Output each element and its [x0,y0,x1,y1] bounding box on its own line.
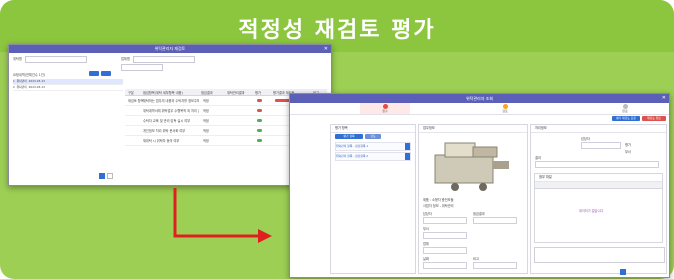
field-dept[interactable] [423,232,467,239]
panel-title: 첨부 파일 [535,174,662,182]
field-company[interactable] [423,247,467,254]
empty-state: 데이터가 없습니다 [579,209,604,213]
panel-title: 업무정보 [419,125,527,133]
request-review-button[interactable]: 평가 재검토 요청 [612,116,640,121]
sidebar-item[interactable]: 위탁관리 항목 - 점검항목 1 [335,142,411,151]
field-r-manager[interactable] [581,142,621,149]
field-result[interactable] [473,217,517,224]
field-note[interactable] [473,262,517,269]
review-comment-field[interactable] [534,247,665,263]
attachment-panel: 첨부 파일 데이터가 없습니다 [534,173,663,243]
progress-steps: 접수 검토 완료 [290,103,669,115]
product-subtitle: 사업자 정보 - 위탁관리 [423,204,454,208]
sidebar-item[interactable]: 위탁관리 항목 - 점검항목 2 [335,152,411,161]
tab-eval[interactable]: 평가 항목 [335,134,363,139]
step-item: 접수 [360,103,410,114]
window-title: 위탁관리자 조회 [465,96,494,101]
product-image [434,142,509,191]
field-manager[interactable] [423,217,467,224]
left-panel: 평가 항목 평가 항목 검토 위탁관리 항목 - 점검항목 1 위탁관리 항목 … [330,124,416,274]
step-item: 완료 [600,103,650,114]
step-item: 검토 [480,103,530,114]
field-date[interactable] [423,262,467,269]
review-complete-button[interactable]: 재검토 완료 [642,116,666,121]
review-window-detail: 위탁관리자 조회 ✕ 접수 검토 완료 평가 재검토 요청 재검토 완료 평가 … [289,93,670,278]
attachment-grid-header [535,182,662,189]
pager-page[interactable] [620,269,626,275]
tab-review[interactable]: 검토 [365,134,381,139]
window-titlebar: 위탁관리자 조회 ✕ [290,94,669,103]
close-icon[interactable]: ✕ [662,94,666,103]
panel-title: 처리정보 [531,125,666,133]
chevron-right-icon [405,143,410,150]
chevron-right-icon [405,153,410,160]
field-r-result[interactable] [535,161,659,168]
panel-title: 평가 항목 [331,125,415,133]
right-panel: 처리정보 담당자 평가 부서 결과 첨부 파일 데이터가 없습니다 [530,124,667,274]
middle-panel: 업무정보 제품 : 소형차 충전모듈 사업자 정보 - 위탁관리 담당자 점검결… [418,124,528,274]
product-title: 제품 : 소형차 충전모듈 [423,198,454,202]
